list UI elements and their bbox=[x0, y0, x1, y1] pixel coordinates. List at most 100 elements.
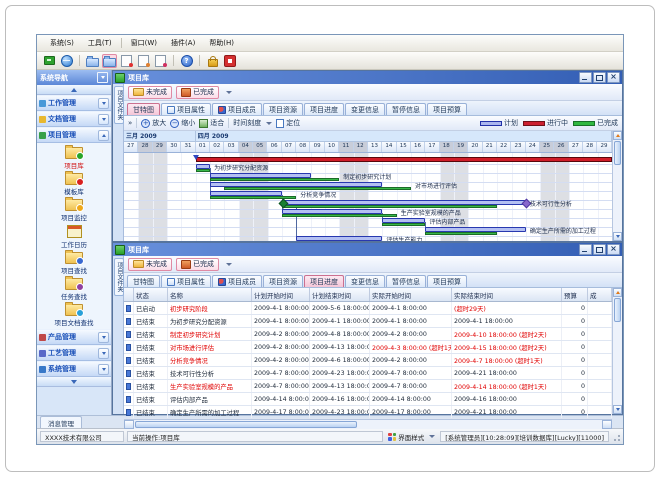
column-header-计划开始时间[interactable]: 计划开始时间 bbox=[252, 288, 310, 301]
close-button[interactable] bbox=[607, 72, 620, 83]
sidebar-item-任务查找[interactable]: 任务查找 bbox=[37, 276, 111, 302]
section-chevron-icon[interactable] bbox=[98, 130, 109, 141]
tab-甘特图[interactable]: 甘特图 bbox=[127, 103, 160, 115]
sidebar-item-项目文档查找[interactable]: 项目文档查找 bbox=[37, 302, 111, 328]
resize-grip[interactable] bbox=[612, 433, 620, 441]
tab-变更信息[interactable]: 变更信息 bbox=[345, 103, 385, 115]
table-row[interactable]: 已结束制定初步研究计划2009-4-2 8:00:002009-4-8 18:0… bbox=[124, 328, 612, 341]
summary-bar[interactable] bbox=[196, 157, 612, 162]
tab-项目成员[interactable]: 项目成员 bbox=[212, 103, 262, 115]
project-folders-tab[interactable]: 项目文件夹 bbox=[114, 86, 124, 124]
locate-button[interactable]: 定位 bbox=[276, 118, 300, 128]
tab-项目进度[interactable]: 项目进度 bbox=[304, 275, 344, 287]
table-horizontal-scrollbar[interactable] bbox=[124, 419, 612, 429]
window-title-bar[interactable]: 项目库 bbox=[113, 71, 622, 84]
sidebar-item-项目监控[interactable]: 项目监控 bbox=[37, 197, 111, 223]
mail-send-button[interactable] bbox=[153, 54, 168, 68]
sidebar-section-系统管理[interactable]: 系统管理 bbox=[37, 361, 111, 377]
sidebar-scroll-down[interactable] bbox=[37, 377, 111, 387]
sidebar-section-工作管理[interactable]: 工作管理 bbox=[37, 95, 111, 111]
scrollbar-thumb[interactable] bbox=[135, 421, 357, 428]
table-row[interactable]: 已结束评估内部产品2009-4-14 8:00:002009-4-16 18:0… bbox=[124, 393, 612, 406]
section-chevron-icon[interactable] bbox=[98, 332, 109, 343]
filter-button-已完成[interactable]: 已完成 bbox=[176, 86, 219, 99]
zoom-in-button[interactable]: +放大 bbox=[141, 118, 166, 128]
minimize-button[interactable] bbox=[579, 72, 592, 83]
scroll-up-button[interactable] bbox=[613, 288, 622, 297]
tab-项目成员[interactable]: 项目成员 bbox=[212, 275, 262, 287]
tab-暂停信息[interactable]: 暂停信息 bbox=[386, 275, 426, 287]
tab-项目资源[interactable]: 项目资源 bbox=[263, 275, 303, 287]
section-chevron-icon[interactable] bbox=[98, 364, 109, 375]
table-row[interactable]: 已结束分析竞争情况2009-4-2 8:00:002009-4-6 18:00:… bbox=[124, 354, 612, 367]
table-vertical-scrollbar[interactable] bbox=[612, 288, 622, 414]
pin-icon[interactable] bbox=[97, 72, 108, 83]
chevron-down-icon[interactable] bbox=[226, 263, 232, 266]
menu-item-1[interactable]: 工具(T) bbox=[81, 36, 119, 50]
filter-button-已完成[interactable]: 已完成 bbox=[176, 258, 219, 271]
table-row[interactable]: 已结束技术可行性分析2009-4-7 8:00:002009-4-23 18:0… bbox=[124, 367, 612, 380]
tab-项目属性[interactable]: 项目属性 bbox=[161, 275, 211, 287]
scrollbar-thumb[interactable] bbox=[614, 141, 621, 165]
tab-项目预算[interactable]: 项目预算 bbox=[427, 103, 467, 115]
column-header-计划结束时间[interactable]: 计划结束时间 bbox=[310, 288, 370, 301]
gantt-vertical-scrollbar[interactable] bbox=[612, 131, 622, 241]
project-folders-tab[interactable]: 项目文件夹 bbox=[114, 258, 124, 296]
scrollbar-thumb[interactable] bbox=[614, 298, 621, 322]
actual-bar[interactable] bbox=[282, 214, 397, 217]
close-button[interactable] bbox=[607, 244, 620, 255]
folder-save-button[interactable] bbox=[102, 54, 117, 68]
actual-bar[interactable] bbox=[196, 169, 210, 172]
minimize-button[interactable] bbox=[579, 244, 592, 255]
section-chevron-icon[interactable] bbox=[98, 98, 109, 109]
filter-button-未完成[interactable]: 未完成 bbox=[128, 86, 172, 99]
tab-变更信息[interactable]: 变更信息 bbox=[345, 275, 385, 287]
sidebar-item-模板库[interactable]: 模板库 bbox=[37, 171, 111, 197]
sidebar-section-项目管理[interactable]: 项目管理 bbox=[37, 127, 111, 143]
menu-item-2[interactable]: 窗口(W) bbox=[124, 36, 164, 50]
tab-项目预算[interactable]: 项目预算 bbox=[427, 275, 467, 287]
mail-new-button[interactable] bbox=[119, 54, 134, 68]
more-tools-button[interactable]: » bbox=[128, 119, 132, 127]
column-header-成[interactable]: 成 bbox=[588, 288, 612, 301]
fit-button[interactable]: 适合 bbox=[199, 118, 224, 128]
actual-bar[interactable] bbox=[282, 205, 497, 208]
tab-项目进度[interactable]: 项目进度 bbox=[304, 103, 344, 115]
table-row[interactable]: 已结束确定生产所需的加工过程2009-4-17 8:00:002009-4-23… bbox=[124, 406, 612, 419]
table-row[interactable]: 已结束为初步研究分配资源2009-4-1 8:00:002009-4-1 18:… bbox=[124, 315, 612, 328]
interface-style-selector[interactable]: 界面样式 bbox=[386, 432, 437, 442]
actual-bar[interactable] bbox=[425, 232, 497, 235]
column-header-名称[interactable]: 名称 bbox=[168, 288, 252, 301]
help-button[interactable] bbox=[179, 54, 194, 68]
section-chevron-icon[interactable] bbox=[98, 348, 109, 359]
tab-项目属性[interactable]: 项目属性 bbox=[161, 103, 211, 115]
sidebar-section-产品管理[interactable]: 产品管理 bbox=[37, 329, 111, 345]
menu-item-0[interactable]: 系统(S) bbox=[43, 36, 81, 50]
maximize-button[interactable] bbox=[593, 244, 606, 255]
menu-item-4[interactable]: 帮助(H) bbox=[202, 36, 241, 50]
scroll-down-button[interactable] bbox=[613, 232, 622, 241]
scroll-left-button[interactable] bbox=[124, 420, 134, 429]
actual-bar[interactable] bbox=[382, 223, 425, 226]
menu-item-3[interactable]: 插件(A) bbox=[164, 36, 202, 50]
sidebar-item-工作日历[interactable]: 工作日历 bbox=[37, 223, 111, 250]
column-header-实际开始时间[interactable]: 实际开始时间 bbox=[370, 288, 452, 301]
filter-button-未完成[interactable]: 未完成 bbox=[128, 258, 172, 271]
column-header-状态[interactable]: 状态 bbox=[134, 288, 168, 301]
sidebar-scroll-up[interactable] bbox=[37, 85, 111, 95]
scroll-down-button[interactable] bbox=[613, 405, 622, 414]
column-header-预算[interactable]: 预算 bbox=[562, 288, 588, 301]
web-button[interactable] bbox=[59, 54, 74, 68]
chevron-down-icon[interactable] bbox=[226, 91, 232, 94]
table-row[interactable]: 已结束对市场进行评估2009-4-2 8:00:002009-4-13 18:0… bbox=[124, 341, 612, 354]
exit-button[interactable] bbox=[222, 54, 237, 68]
sidebar-section-文档管理[interactable]: 文档管理 bbox=[37, 111, 111, 127]
maximize-button[interactable] bbox=[593, 72, 606, 83]
scroll-up-button[interactable] bbox=[613, 131, 622, 140]
sidebar-item-项目库[interactable]: 项目库 bbox=[37, 145, 111, 171]
table-row[interactable]: 已结束生产实验室规模的产品2009-4-7 8:00:002009-4-13 1… bbox=[124, 380, 612, 393]
sidebar-item-项目查找[interactable]: 项目查找 bbox=[37, 250, 111, 276]
folder-open-button[interactable] bbox=[85, 54, 100, 68]
scroll-right-button[interactable] bbox=[602, 420, 612, 429]
actual-bar[interactable] bbox=[210, 178, 339, 181]
